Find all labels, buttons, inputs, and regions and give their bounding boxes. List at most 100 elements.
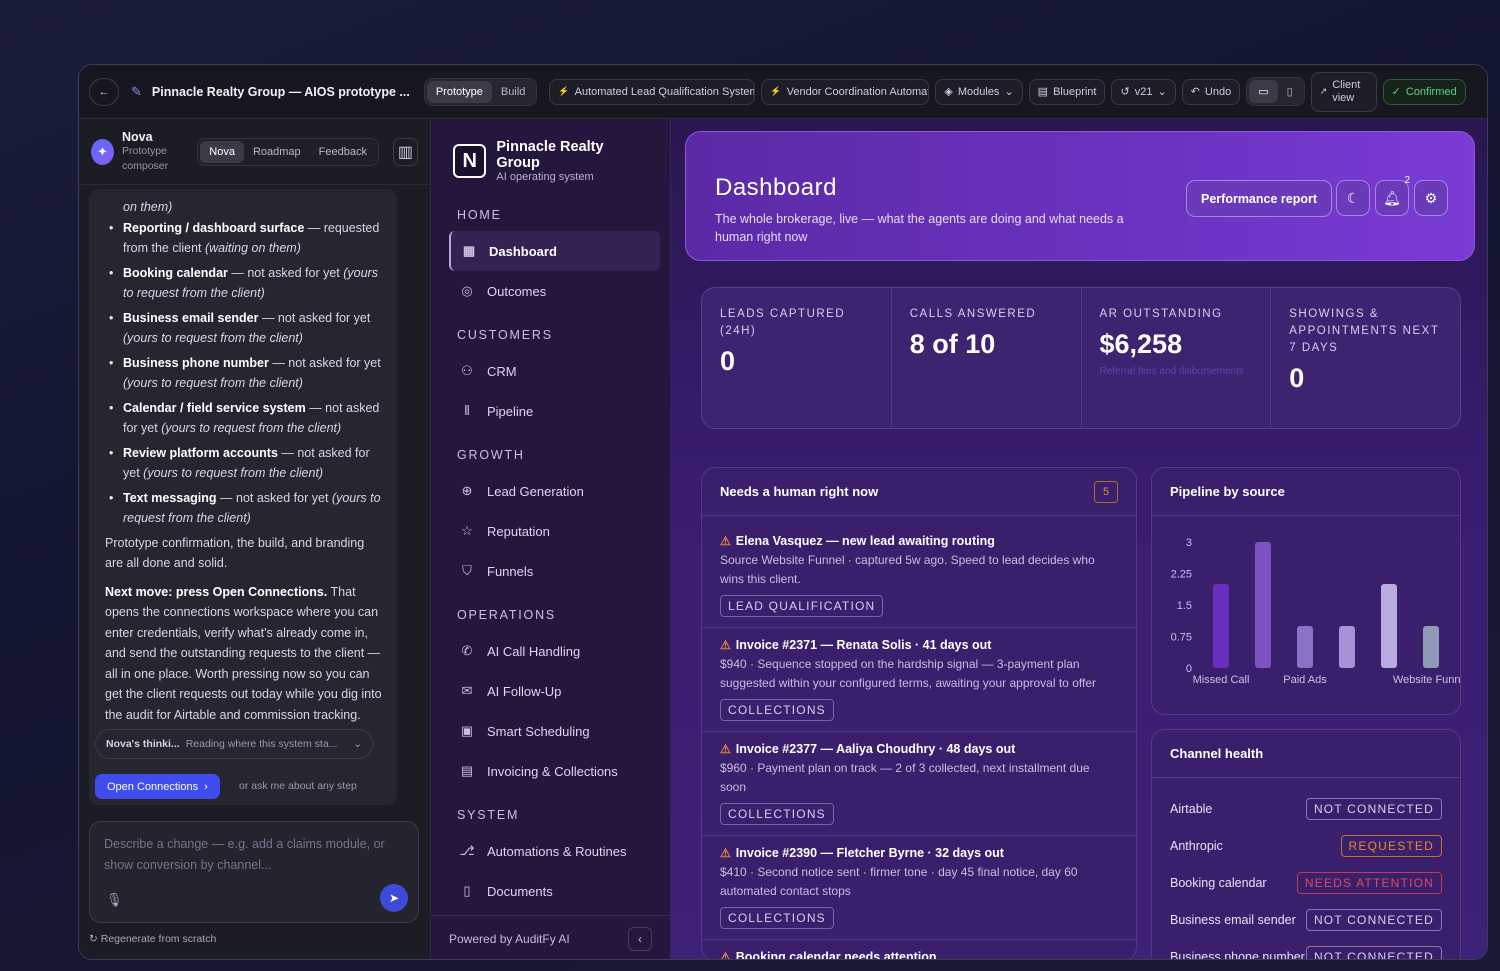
open-connections-button[interactable]: Open Connections ›	[95, 774, 220, 799]
sidebar-item-automations-routines[interactable]: ⎇ Automations & Routines	[431, 831, 670, 871]
send-icon: ➤	[388, 891, 400, 905]
composer-placeholder: Describe a change — e.g. add a claims mo…	[104, 837, 385, 872]
item-status: (yours to request from the client)	[123, 331, 303, 345]
powered-by: Powered by AuditFy AI	[449, 931, 570, 946]
confirmed-label: Confirmed	[1405, 85, 1457, 98]
mode-toggle: Prototype Build	[423, 77, 538, 106]
magnet-icon: ⊕	[461, 483, 473, 498]
tab-nova[interactable]: Nova	[200, 140, 244, 163]
version-dropdown[interactable]: ↺ v21 ⌄	[1111, 78, 1176, 105]
bar-1[interactable]	[1255, 542, 1271, 668]
page-subtitle: The whole brokerage, live — what the age…	[715, 212, 1124, 244]
performance-report-button[interactable]: Performance report	[1186, 180, 1333, 217]
needs-item[interactable]: ⚠ Booking calendar needs attention	[702, 940, 1136, 959]
confirmed-badge[interactable]: ✓ Confirmed	[1382, 78, 1466, 105]
system-chip-vendor[interactable]: ⚡ Vendor Coordination Automat	[761, 78, 930, 105]
modules-dropdown[interactable]: ◈ Modules ⌄	[935, 78, 1023, 105]
needs-item[interactable]: ⚠ Invoice #2390 — Fletcher Byrne · 32 day…	[702, 836, 1136, 940]
item-title: Business phone number	[123, 355, 269, 370]
channel-status-badge[interactable]: NOT CONNECTED	[1305, 797, 1442, 820]
kpi-value: 8 of 10	[909, 329, 996, 359]
bar-2[interactable]	[1297, 626, 1313, 668]
desktop-icon[interactable]: ▭	[1249, 80, 1278, 103]
bar-5[interactable]	[1423, 626, 1439, 668]
arrow-left-icon: ←	[98, 85, 110, 98]
undo-button[interactable]: ↶ Undo	[1181, 78, 1241, 105]
item-title: Booking calendar	[123, 265, 228, 280]
bar-3[interactable]	[1339, 626, 1355, 668]
system-chip-lead[interactable]: ⚡ Automated Lead Qualification System	[549, 78, 756, 105]
sidebar-item-dashboard[interactable]: ▦ Dashboard	[449, 231, 660, 271]
theme-toggle-button[interactable]: ☾	[1336, 180, 1370, 216]
sidebar-item-label: Documents	[487, 883, 553, 899]
tab-feedback[interactable]: Feedback	[310, 141, 376, 163]
needs-item[interactable]: ⚠ Invoice #2371 — Renata Solis · 41 days …	[702, 628, 1136, 732]
sidebar-item-label: Outcomes	[487, 283, 547, 299]
chat-fragment: on them)	[105, 197, 383, 218]
sidebar-item-outcomes[interactable]: ◎ Outcomes	[431, 271, 670, 311]
undo-label: Undo	[1204, 85, 1232, 98]
sidebar-item-lead-generation[interactable]: ⊕ Lead Generation	[431, 471, 670, 511]
wand-icon: ✦	[97, 143, 108, 159]
panel-toggle-button[interactable]: ▥	[392, 137, 418, 166]
needs-item-title: ⚠ Invoice #2390 — Fletcher Byrne · 32 day…	[720, 846, 1118, 860]
kpi-value: $6,258	[1099, 329, 1183, 359]
needs-item[interactable]: ⚠ Elena Vasquez — new lead awaiting routi…	[702, 524, 1136, 628]
channel-row: Airtable NOT CONNECTED	[1152, 790, 1460, 827]
tab-roadmap[interactable]: Roadmap	[244, 141, 310, 163]
mobile-icon[interactable]: ▯	[1278, 80, 1302, 103]
external-link-icon: ↗	[1319, 86, 1328, 96]
sidebar-item-crm[interactable]: ⚇ CRM	[431, 351, 670, 391]
needs-human-card: Needs a human right now 5 ⚠ Elena Vasquez …	[701, 467, 1137, 959]
bar-4[interactable]	[1381, 584, 1397, 668]
settings-button[interactable]: ⚙	[1414, 180, 1448, 216]
sidebar-item-reputation[interactable]: ☆ Reputation	[431, 511, 670, 551]
bar-0[interactable]	[1213, 584, 1229, 668]
needs-item-tag: COLLECTIONS	[720, 699, 834, 721]
star-icon: ☆	[461, 523, 473, 538]
channel-status-badge[interactable]: REQUESTED	[1340, 834, 1442, 857]
mode-build[interactable]: Build	[492, 81, 534, 103]
needs-item-description: $940 · Sequence stopped on the hardship …	[720, 657, 1096, 690]
item-title: Review platform accounts	[123, 445, 278, 460]
ask-hint: or ask me about any step	[239, 780, 357, 792]
item-title: Reporting / dashboard surface	[123, 220, 305, 235]
notifications-button[interactable]: 🔔︎ 2	[1375, 175, 1410, 216]
moon-icon: ☾	[1346, 189, 1360, 206]
channel-status-badge[interactable]: NOT CONNECTED	[1305, 945, 1442, 959]
needs-list: ⚠ Elena Vasquez — new lead awaiting routi…	[702, 516, 1136, 959]
client-view-button[interactable]: ↗ Client view	[1310, 71, 1377, 112]
composer-input[interactable]: Describe a change — e.g. add a claims mo…	[89, 821, 419, 923]
users-icon: ⚇	[461, 363, 473, 378]
send-button[interactable]: ➤	[380, 884, 408, 912]
chevron-down-icon: ⌄	[1004, 86, 1014, 98]
sidebar-item-documents[interactable]: ▯ Documents	[431, 871, 670, 911]
chip-label: Automated Lead Qualification System	[574, 85, 756, 98]
regenerate-button[interactable]: ↻ Regenerate from scratch	[89, 933, 216, 945]
mode-prototype[interactable]: Prototype	[426, 80, 492, 103]
spark-icon: ⚡	[770, 86, 782, 96]
sidebar-icon: ▥	[397, 143, 414, 161]
dashboard-main: Dashboard The whole brokerage, live — wh…	[671, 119, 1487, 959]
sidebar-item-label: AI Follow-Up	[487, 683, 562, 699]
x-tick-label: Paid Ads	[1283, 674, 1327, 686]
blueprint-button[interactable]: ▤ Blueprint	[1028, 78, 1106, 105]
phone-icon: ✆	[461, 643, 473, 658]
microphone-icon[interactable]: 🎙	[106, 892, 123, 908]
item-status: (yours to request from the client)	[161, 421, 342, 435]
sidebar-item-invoicing-collections[interactable]: ▤ Invoicing & Collections	[431, 751, 670, 791]
sidebar-item-pipeline[interactable]: ⫴ Pipeline	[431, 391, 670, 431]
collapse-sidebar-button[interactable]: ‹	[628, 926, 652, 951]
channel-status-badge[interactable]: NOT CONNECTED	[1305, 908, 1442, 931]
sidebar-item-label: Funnels	[487, 563, 534, 579]
sidebar-item-smart-scheduling[interactable]: ▣ Smart Scheduling	[431, 711, 670, 751]
sidebar-item-funnels[interactable]: ⛉ Funnels	[431, 551, 670, 591]
needs-item[interactable]: ⚠ Invoice #2377 — Aaliya Choudhry · 48 da…	[702, 732, 1136, 836]
sidebar-item-ai-call-handling[interactable]: ✆ AI Call Handling	[431, 631, 670, 671]
thinking-dropdown[interactable]: Nova's thinki... Reading where this syst…	[95, 729, 373, 759]
list-item: Calendar / field service system — not as…	[105, 398, 383, 439]
channel-status-badge[interactable]: NEEDS ATTENTION	[1296, 871, 1442, 894]
sidebar-item-ai-follow-up[interactable]: ✉ AI Follow-Up	[431, 671, 670, 711]
back-button[interactable]: ←	[89, 77, 119, 106]
list-item: Review platform accounts — not asked for…	[105, 443, 383, 484]
